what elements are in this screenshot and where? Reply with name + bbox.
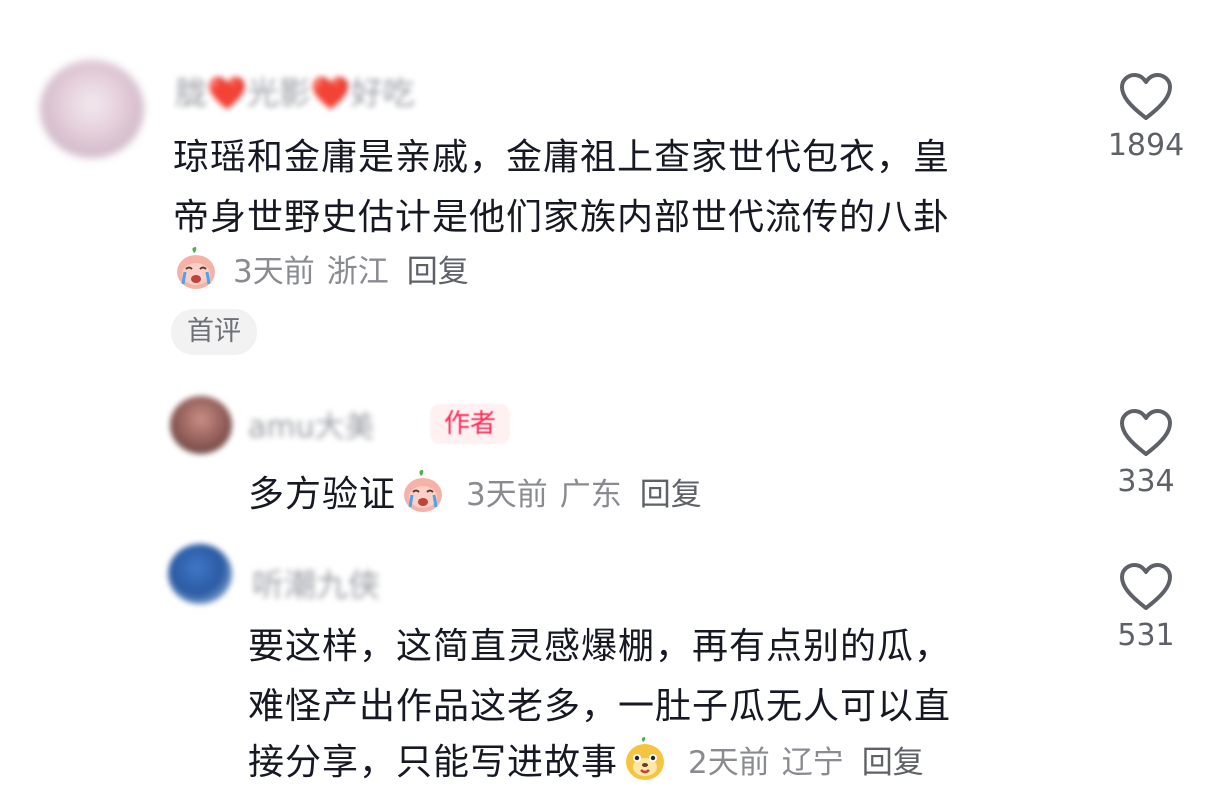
heart-outline-icon <box>1120 409 1172 456</box>
like-button[interactable]: 531 <box>1096 562 1196 653</box>
crying-peach-sticker <box>177 247 215 289</box>
comment-location: 浙江 <box>326 253 389 290</box>
author-tag: 作者 <box>430 404 511 444</box>
comment-time: 3天前 <box>233 253 315 290</box>
comment-line: 琼瑶和金庸是亲戚，金庸祖上查家世代包衣，皇 <box>173 137 951 178</box>
comment-line: 接分享，只能写进故事 <box>248 742 619 783</box>
avatar[interactable] <box>40 60 144 158</box>
reply-button[interactable]: 回复 <box>640 469 702 514</box>
like-count: 334 <box>1117 464 1175 499</box>
username[interactable]: amu大美 <box>248 402 375 446</box>
comment-location: 辽宁 <box>781 744 844 781</box>
comment-text: 要这样，这简直灵感爆棚，再有点别的瓜， 难怪产出作品这老多，一肚子瓜无人可以直 <box>248 617 951 737</box>
heart-outline-icon <box>1120 563 1172 610</box>
comment-line: 帝身世野史估计是他们家族内部世代流传的八卦 <box>173 197 951 238</box>
comment-text: 多方验证 <box>248 474 397 515</box>
avatar[interactable] <box>170 396 232 454</box>
comment-location: 广东 <box>559 476 622 513</box>
like-count: 531 <box>1117 618 1175 653</box>
crying-peach-sticker <box>404 470 443 512</box>
comment-line: 难怪产出作品这老多，一肚子瓜无人可以直 <box>248 686 952 727</box>
like-button[interactable]: 334 <box>1096 408 1196 499</box>
reply-button[interactable]: 回复 <box>862 737 924 782</box>
username[interactable]: 听潮九侠 <box>252 560 380 606</box>
comment-text: 琼瑶和金庸是亲戚，金庸祖上查家世代包衣，皇 帝身世野史估计是他们家族内部世代流传… <box>173 128 950 248</box>
comment-time: 2天前 <box>688 744 770 781</box>
comment-line: 要这样，这简直灵感爆棚，再有点别的瓜， <box>248 626 952 667</box>
like-count: 1894 <box>1107 128 1185 163</box>
dog-face-sticker <box>626 737 665 780</box>
username[interactable]: 胧❤️光影❤️好吃 <box>175 68 415 114</box>
reply-button[interactable]: 回复 <box>407 246 469 291</box>
comment-meta: 多方验证 3天前 广东 回复 <box>248 465 702 517</box>
heart-outline-icon <box>1120 73 1172 120</box>
comment-meta: 3天前 浙江 回复 <box>173 245 469 291</box>
comment-meta: 接分享，只能写进故事 2天前 辽宁 回复 <box>248 733 924 785</box>
comment-time: 3天前 <box>466 476 548 513</box>
first-comment-badge: 首评 <box>171 309 257 355</box>
like-button[interactable]: 1894 <box>1096 72 1196 163</box>
avatar[interactable] <box>168 544 232 604</box>
